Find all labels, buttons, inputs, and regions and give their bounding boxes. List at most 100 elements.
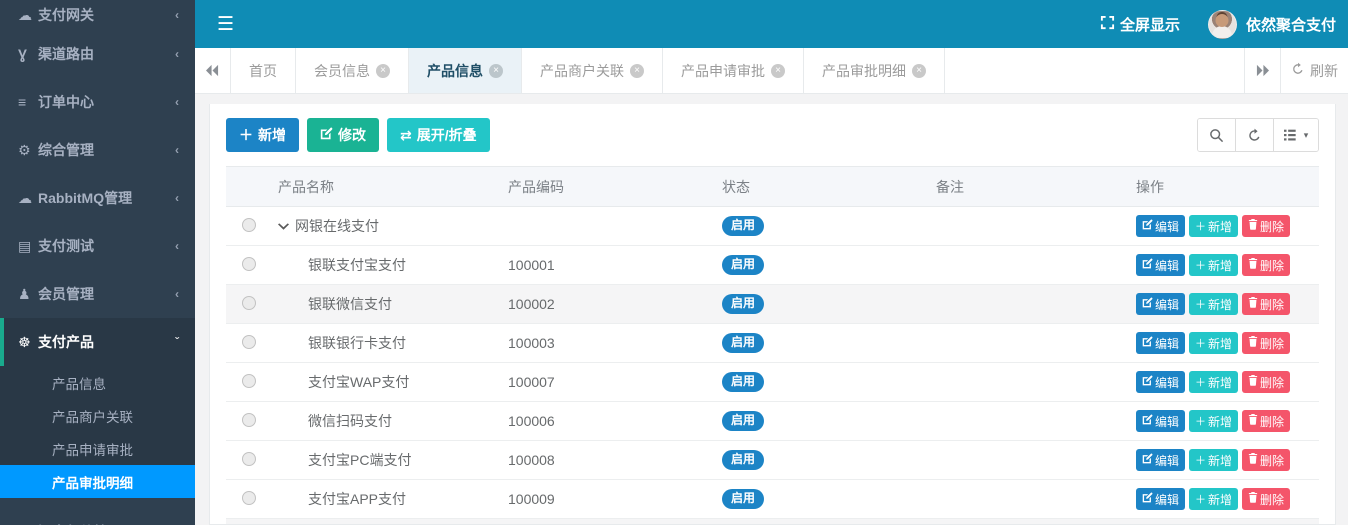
close-icon[interactable]: × (376, 63, 390, 78)
add-button[interactable]: ＋ 新增 (226, 118, 299, 152)
tab-4[interactable]: 产品申请审批 × (663, 48, 804, 93)
row-add-button[interactable]: ＋新增 (1189, 254, 1239, 276)
row-delete-button[interactable]: 删除 (1242, 293, 1291, 315)
tab-5[interactable]: 产品审批明细 × (804, 48, 945, 93)
sidebar-item-1[interactable]: Ɣ 渠道路由 ‹ (0, 30, 195, 78)
row-edit-button[interactable]: 编辑 (1136, 449, 1186, 471)
row-edit-button[interactable]: 编辑 (1136, 332, 1186, 354)
row-delete-button[interactable]: 删除 (1242, 371, 1291, 393)
row-add-button[interactable]: ＋新增 (1189, 215, 1239, 237)
sidebar-subitem-3[interactable]: 产品审批明细 (0, 465, 195, 498)
sidebar-subitem-2[interactable]: 产品申请审批 (0, 432, 195, 465)
row-edit-button[interactable]: 编辑 (1136, 293, 1186, 315)
sidebar-item-5[interactable]: ▤ 支付测试 ‹ (0, 222, 195, 270)
sidebar-item-7[interactable]: ☸ 支付产品 ˇ (0, 318, 195, 366)
tree-expand-icon[interactable] (278, 222, 289, 234)
edit-button[interactable]: 修改 (307, 118, 379, 152)
table-row[interactable]: 启用 编辑＋新增删除 (226, 518, 1319, 524)
expand-collapse-button[interactable]: ⇄ 展开/折叠 (387, 118, 490, 152)
refresh-icon[interactable] (1236, 119, 1274, 151)
row-add-button[interactable]: ＋新增 (1189, 410, 1239, 432)
row-delete-button[interactable]: 删除 (1242, 488, 1291, 510)
sidebar-item-0[interactable]: ☁ 支付网关 ‹ (0, 0, 195, 30)
product-panel: ＋ 新增 修改 ⇄ 展开/折叠 ▾ 产品名称 产品编码 状态 备注 操作 网银在… (209, 104, 1336, 525)
hamburger-icon[interactable]: ☰ (217, 15, 234, 34)
user-menu[interactable]: 依然聚合支付 (1207, 9, 1338, 39)
tab-label: 产品信息 (427, 62, 483, 79)
row-radio[interactable] (242, 256, 256, 271)
row-radio[interactable] (242, 217, 256, 232)
sidebar-subitem-1[interactable]: 产品商户关联 (0, 399, 195, 432)
product-name-cell: 支付宝PC端支付 (270, 440, 500, 480)
tab-scroll-left-button[interactable] (195, 48, 231, 93)
sidebar-item-6[interactable]: ♟ 会员管理 ‹ (0, 270, 195, 318)
close-icon[interactable]: × (771, 63, 785, 78)
pencil-square-icon (1142, 414, 1153, 428)
tab-scroll-right-button[interactable] (1244, 48, 1280, 93)
sidebar-subitem-0[interactable]: 产品信息 (0, 366, 195, 399)
table-row[interactable]: 银联支付宝支付 100001 启用 编辑 ＋新增 删除 (226, 245, 1319, 285)
table-row[interactable]: 支付宝WAP支付 100007 启用 编辑 ＋新增 删除 (226, 362, 1319, 402)
row-radio[interactable] (242, 490, 256, 505)
sidebar-item-label: RabbitMQ管理 (38, 190, 133, 206)
close-icon[interactable]: × (489, 63, 503, 78)
avatar (1207, 9, 1237, 39)
sidebar-item-label: 渠道路由 (38, 46, 94, 62)
chevron-left-icon: ‹ (175, 239, 179, 253)
row-edit-button[interactable]: 编辑 (1136, 488, 1186, 510)
row-delete-button[interactable]: 删除 (1242, 410, 1291, 432)
close-icon[interactable]: × (630, 63, 644, 78)
row-add-label: 新增 (1208, 258, 1233, 273)
tab-3[interactable]: 产品商户关联 × (522, 48, 663, 93)
row-edit-button[interactable]: 编辑 (1136, 215, 1186, 237)
close-icon[interactable]: × (912, 63, 926, 78)
row-add-button[interactable]: ＋新增 (1189, 332, 1239, 354)
table-row[interactable]: 银联微信支付 100002 启用 编辑 ＋新增 删除 (226, 284, 1319, 324)
sidebar-item-label: 订单中心 (38, 94, 94, 110)
sidebar-item-2[interactable]: ≡ 订单中心 ‹ (0, 78, 195, 126)
search-icon[interactable] (1198, 119, 1236, 151)
trash-icon (1248, 297, 1258, 311)
row-delete-button[interactable]: 删除 (1242, 449, 1291, 471)
table-row[interactable]: 支付宝PC端支付 100008 启用 编辑 ＋新增 删除 (226, 440, 1319, 480)
refresh-tab-button[interactable]: 刷新 (1280, 48, 1348, 93)
product-code-cell: 100009 (500, 479, 714, 519)
row-edit-button[interactable]: 编辑 (1136, 410, 1186, 432)
column-options-icon[interactable]: ▾ (1274, 119, 1318, 151)
tab-controls: 刷新 (1244, 48, 1348, 93)
cloud-icon: ☁ (18, 6, 32, 23)
product-code-cell: 100003 (500, 323, 714, 363)
tab-0[interactable]: 首页 (231, 48, 296, 93)
sidebar-item-8[interactable]: ✉短息邮件管理‹ (0, 508, 195, 525)
row-edit-button[interactable]: 编辑 (1136, 371, 1186, 393)
row-edit-button[interactable]: 编辑 (1136, 254, 1186, 276)
table-row[interactable]: 支付宝APP支付 100009 启用 编辑 ＋新增 删除 (226, 479, 1319, 519)
row-delete-button[interactable]: 删除 (1242, 332, 1291, 354)
row-add-button[interactable]: ＋新增 (1189, 488, 1239, 510)
row-add-button[interactable]: ＋新增 (1189, 449, 1239, 471)
row-radio[interactable] (242, 412, 256, 427)
sidebar-item-4[interactable]: ☁ RabbitMQ管理 ‹ (0, 174, 195, 222)
table-row[interactable]: 银联银行卡支付 100003 启用 编辑 ＋新增 删除 (226, 323, 1319, 363)
row-radio[interactable] (242, 295, 256, 310)
row-delete-button[interactable]: 删除 (1242, 254, 1291, 276)
row-radio[interactable] (242, 334, 256, 349)
pencil-square-icon (1142, 492, 1153, 506)
table-row[interactable]: 微信扫码支付 100006 启用 编辑 ＋新增 删除 (226, 401, 1319, 441)
chevron-left-icon: ‹ (175, 47, 179, 61)
row-delete-label: 删除 (1260, 375, 1285, 390)
row-add-button[interactable]: ＋新增 (1189, 371, 1239, 393)
row-delete-button[interactable]: 删除 (1242, 215, 1291, 237)
row-radio[interactable] (242, 451, 256, 466)
table-row[interactable]: 网银在线支付 启用 编辑 ＋新增 删除 (226, 206, 1319, 246)
status-badge: 启用 (722, 294, 765, 314)
fullscreen-button[interactable]: 全屏显示 (1100, 14, 1180, 35)
operations-cell: 编辑 ＋新增 删除 (1128, 245, 1319, 285)
row-edit-label: 编辑 (1155, 297, 1180, 312)
sidebar-item-3[interactable]: ⚙ 综合管理 ‹ (0, 126, 195, 174)
tab-1[interactable]: 会员信息 × (296, 48, 409, 93)
row-add-button[interactable]: ＋新增 (1189, 293, 1239, 315)
row-radio[interactable] (242, 373, 256, 388)
plus-icon: ＋ (1195, 299, 1207, 311)
tab-2[interactable]: 产品信息 × (409, 48, 522, 93)
